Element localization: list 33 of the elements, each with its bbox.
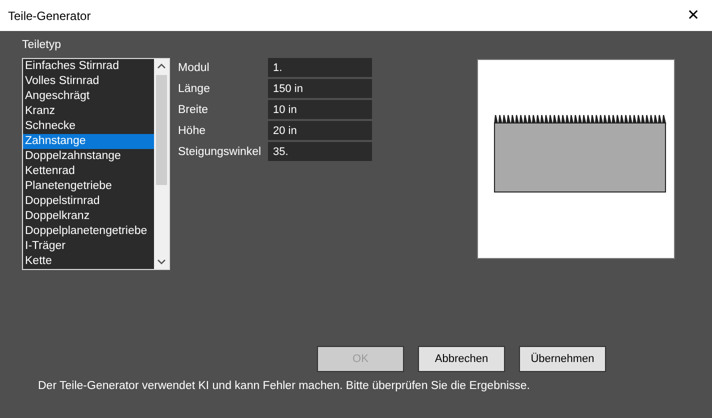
list-item[interactable]: Doppelzahnstange xyxy=(23,149,154,164)
list-item[interactable]: Volles Stirnrad xyxy=(23,74,154,90)
part-type-list[interactable]: Einfaches Stirnrad Volles Stirnrad Angeschrägt Kranz Schnecke Zahnstange Doppelzahnstange Kettenrad Planetengetriebe Doppelstirnrad Doppelkranz Doppelplanetengetriebe I-Träger Kette xyxy=(22,58,170,270)
footer-note: Der Teile-Generator verwendet KI und kann Fehler machen. Bitte überprüfen Sie die Ergebnisse. xyxy=(37,379,532,394)
list-item[interactable]: Kranz xyxy=(23,104,154,120)
list-item[interactable]: Angeschrägt xyxy=(23,89,154,104)
section-label: Teiletyp xyxy=(22,38,62,53)
parameter-field[interactable]: 35. xyxy=(268,142,372,162)
list-item[interactable]: Kettenrad xyxy=(23,164,154,180)
field-label: Modul xyxy=(178,61,210,76)
list-item[interactable]: Einfaches Stirnrad xyxy=(23,59,154,74)
parameter-field[interactable]: 150 in xyxy=(268,79,372,98)
list-item[interactable]: Planetengetriebe xyxy=(23,179,154,194)
close-button[interactable]: ✕ xyxy=(683,8,704,23)
field-label: Steigungswinkel xyxy=(178,145,262,160)
dialog-button[interactable]: Abbrechen xyxy=(418,346,505,372)
list-item[interactable]: Doppelstirnrad xyxy=(23,194,154,210)
parameter-field[interactable]: 1. xyxy=(268,58,372,78)
list-item[interactable]: Doppelkranz xyxy=(23,209,154,224)
list-item[interactable]: I-Träger xyxy=(23,239,154,254)
list-item[interactable]: Schnecke xyxy=(23,119,154,134)
field-label: Länge xyxy=(178,82,211,98)
window-title: Teile-Generator xyxy=(8,8,91,24)
scrollbar[interactable] xyxy=(154,59,169,270)
list-item[interactable]: Kette xyxy=(23,254,154,270)
dialog-button[interactable]: Übernehmen xyxy=(519,346,606,372)
list-item[interactable]: Doppelplanetengetriebe xyxy=(23,224,154,240)
field-label: Höhe xyxy=(178,124,206,140)
parameter-field[interactable]: 10 in xyxy=(268,100,372,120)
field-label: Breite xyxy=(178,103,210,118)
parameter-field[interactable]: 20 in xyxy=(268,121,372,140)
list-item[interactable]: Zahnstange xyxy=(23,134,154,150)
scroll-thumb[interactable] xyxy=(156,75,167,186)
